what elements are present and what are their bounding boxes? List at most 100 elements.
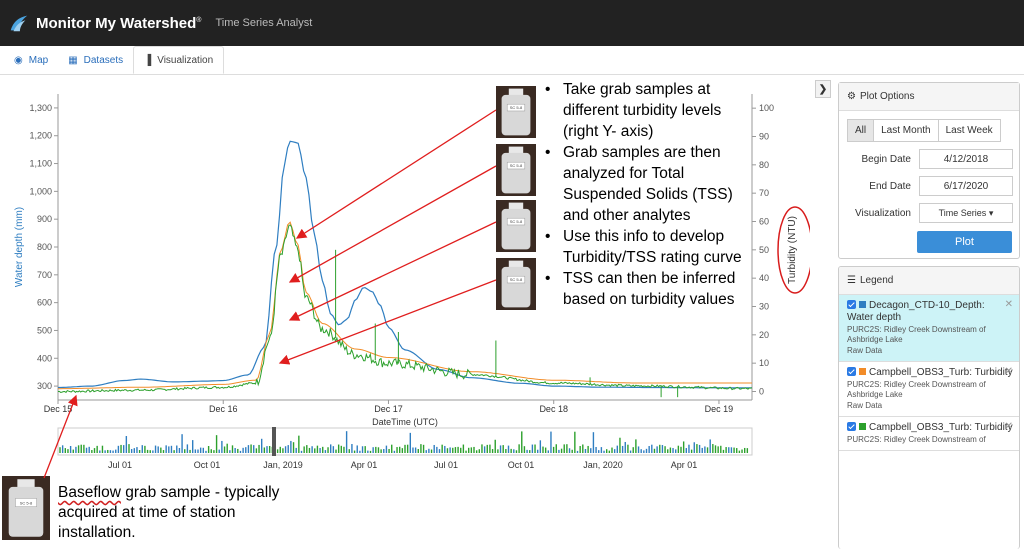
checkbox-icon[interactable] (847, 367, 856, 376)
begin-date-label: Begin Date (861, 153, 911, 165)
legend-item[interactable]: Campbell_OBS3_Turb: Turbidity PURC2S: Ri… (839, 362, 1019, 417)
chevron-right-icon: ❯ (818, 83, 828, 95)
x-tick-label: Dec 17 (374, 404, 403, 414)
caret-down-icon: ▾ (988, 207, 994, 218)
range-all-button[interactable]: All (847, 119, 875, 142)
bottle-cap (508, 146, 524, 154)
end-date-label: End Date (869, 180, 911, 192)
bottle-cap (17, 479, 35, 489)
navigator-tick-label: Jul 01 (108, 460, 132, 470)
bottle-body (501, 152, 531, 194)
tab-visualization-label: Visualization (157, 54, 214, 66)
y-tick-label: 1,100 (29, 159, 52, 169)
bullet-item: Take grab samples at different turbidity… (543, 79, 758, 142)
y-tick-label: 1,300 (29, 103, 52, 113)
collapse-panel-button[interactable]: ❯ (815, 80, 831, 98)
bottle-cap (508, 202, 524, 210)
brand-title[interactable]: Monitor My Watershed® (36, 15, 201, 32)
x-tick-label: Dec 16 (209, 404, 238, 414)
tab-map[interactable]: ◉ Map (4, 46, 58, 74)
bottle-label-text: SC 5-8 (510, 163, 523, 168)
annotation-arrow (295, 109, 497, 239)
sample-bottle-icon: SC 5-8 (496, 258, 536, 310)
close-icon[interactable]: ✕ (1005, 299, 1013, 310)
range-last-month-button[interactable]: Last Month (874, 119, 939, 142)
gear-icon: ⚙ (847, 91, 856, 102)
range-button-group: All Last Month Last Week (847, 119, 1019, 142)
tab-datasets[interactable]: ▦ Datasets (58, 46, 133, 74)
y2-tick-label: 100 (759, 103, 774, 113)
plot-options-title: Plot Options (859, 91, 915, 102)
visualization-label: Visualization (855, 207, 911, 219)
legend-panel: ☰ Legend Decagon_CTD-10_Depth: Water dep… (838, 266, 1020, 549)
navigator-tick-label: Apr 01 (351, 460, 378, 470)
list-icon: ☰ (847, 275, 856, 286)
y-tick-label: 1,200 (29, 131, 52, 141)
begin-date-input[interactable]: 4/12/2018 (919, 149, 1013, 169)
y2-tick-label: 90 (759, 132, 769, 142)
sample-bottle-icon: SC 5-8 (2, 476, 50, 540)
plot-options-panel: ⚙ Plot Options All Last Month Last Week … (838, 82, 1020, 259)
legend-header: ☰ Legend (839, 267, 1019, 295)
bottle-body (501, 266, 531, 308)
y2-tick-label: 40 (759, 273, 769, 283)
tab-bar: ◉ Map ▦ Datasets ▐ Visualization (0, 46, 1024, 75)
x-tick-label: Dec 15 (44, 404, 73, 414)
visualization-select[interactable]: Time Series ▾ (919, 203, 1013, 223)
y-axis-label: Water depth (mm) (14, 207, 25, 287)
series-swatch (859, 301, 866, 308)
plot-button[interactable]: Plot (917, 231, 1012, 253)
y-tick-label: 700 (37, 270, 52, 280)
y-tick-label: 300 (37, 381, 52, 391)
annotation-arrow (288, 165, 497, 283)
y2-tick-label: 60 (759, 217, 769, 227)
watershed-logo-icon (10, 15, 28, 32)
bottle-label-text: SC 5-8 (510, 277, 523, 282)
y2-tick-label: 50 (759, 245, 769, 255)
close-icon[interactable]: ✕ (1005, 366, 1013, 377)
checkbox-icon[interactable] (847, 300, 856, 309)
navigator-tick-label: Jan, 2019 (263, 460, 303, 470)
legend-item-name: Campbell_OBS3_Turb: Turbidity (869, 367, 1013, 378)
y2-tick-label: 30 (759, 302, 769, 312)
navigator-tick-label: Jan, 2020 (583, 460, 623, 470)
end-date-input[interactable]: 6/17/2020 (919, 176, 1013, 196)
legend-item-site: PURC2S: Ridley Creek Downstream of (847, 435, 986, 444)
app-header: Monitor My Watershed® Time Series Analys… (0, 0, 1024, 46)
range-last-week-button[interactable]: Last Week (938, 119, 1001, 142)
y-tick-label: 800 (37, 242, 52, 252)
app-subtitle: Time Series Analyst (215, 17, 313, 29)
x-tick-label: Dec 19 (705, 404, 734, 414)
legend-item-site: PURC2S: Ridley Creek Downstream of Ashbr… (847, 325, 986, 344)
close-icon[interactable]: ✕ (1005, 421, 1013, 432)
tab-datasets-label: Datasets (83, 54, 124, 66)
bullet-item: Use this info to develop Turbidity/TSS r… (543, 226, 758, 268)
table-icon: ▦ (68, 54, 78, 66)
y-tick-label: 500 (37, 325, 52, 335)
end-date-row: End Date 6/17/2020 (839, 176, 1019, 196)
navigator[interactable]: Jul 01 Oct 01 Jan, 2019 Apr 01 Jul 01 Oct 01 J… (57, 427, 753, 470)
navigator-handle (272, 427, 276, 456)
bottle-label-text: SC 5-8 (510, 105, 523, 110)
y-tick-label: 400 (37, 353, 52, 363)
x-tick-label: Dec 18 (539, 404, 568, 414)
begin-date-row: Begin Date 4/12/2018 (839, 149, 1019, 169)
legend-item-level: Raw Data (847, 346, 883, 355)
legend-item[interactable]: Campbell_OBS3_Turb: Turbidity PURC2S: Ri… (839, 417, 1019, 451)
y-tick-label: 1,000 (29, 186, 52, 196)
y2-tick-label: 70 (759, 188, 769, 198)
tab-visualization[interactable]: ▐ Visualization (133, 46, 225, 74)
legend-item[interactable]: Decagon_CTD-10_Depth: Water depth PURC2S… (839, 295, 1019, 362)
bottle-body (501, 94, 531, 136)
legend-item-name: Decagon_CTD-10_Depth: Water depth (847, 300, 985, 323)
annotation-arrow (278, 279, 497, 365)
visualization-select-value: Time Series (938, 208, 987, 218)
navigator-tick-label: Oct 01 (508, 460, 535, 470)
checkbox-icon[interactable] (847, 422, 856, 431)
y2-tick-label: 0 (759, 387, 764, 397)
plot-options-header: ⚙ Plot Options (839, 83, 1019, 111)
bullet-item: Grab samples are then analyzed for Total… (543, 142, 758, 226)
y2-tick-label: 20 (759, 330, 769, 340)
navigator-tick-label: Jul 01 (434, 460, 458, 470)
sample-bottle-icon: SC 5-8 (496, 200, 536, 252)
